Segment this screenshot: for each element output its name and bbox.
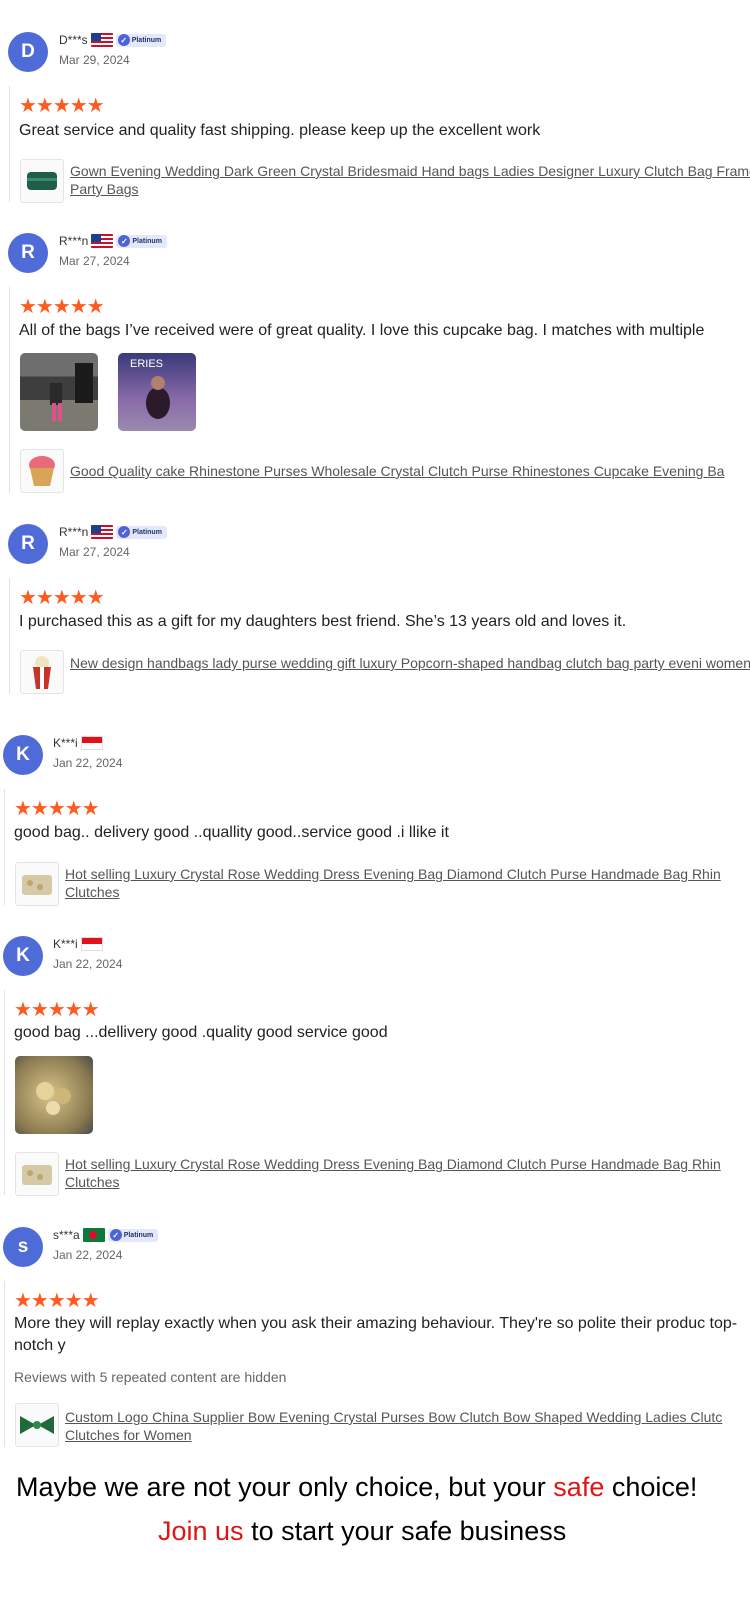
product-thumbnail[interactable] <box>20 159 64 203</box>
platinum-badge: ✓ Platinum <box>116 234 167 248</box>
crystal-rose-bag-icon <box>22 875 52 895</box>
product-link[interactable]: Hot selling Luxury Crystal Rose Wedding … <box>65 865 750 901</box>
indonesia-flag-icon <box>80 736 103 750</box>
review-body: ★★★★★ good bag ...dellivery good .qualit… <box>4 990 750 1196</box>
star-rating: ★★★★★ <box>14 999 100 1021</box>
star-rating: ★★★★★ <box>19 296 105 318</box>
platinum-badge: ✓ Platinum <box>115 33 167 47</box>
join-us-link[interactable]: Join us <box>158 1516 244 1546</box>
svg-text:ERIES: ERIES <box>130 358 163 370</box>
star-rating: ★★★★★ <box>14 798 100 820</box>
crystal-rose-bag-icon <box>22 1165 52 1185</box>
review-photo[interactable] <box>20 353 98 431</box>
reviewer-info: K***i <box>53 937 103 951</box>
product-link[interactable]: New design handbags lady purse wedding g… <box>70 654 750 672</box>
star-rating: ★★★★★ <box>19 95 105 117</box>
bow-clutch-icon <box>20 1416 54 1434</box>
platinum-badge: ✓ Platinum <box>107 1228 159 1242</box>
review-text: good bag.. delivery good ..quallity good… <box>14 824 449 841</box>
us-flag-icon <box>91 234 114 248</box>
review-date: Mar 27, 2024 <box>59 545 130 559</box>
reviewer-info: s***a ✓ Platinum <box>53 1228 159 1242</box>
product-link[interactable]: Gown Evening Wedding Dark Green Crystal … <box>70 162 750 198</box>
review-body: ★★★★★ Great service and quality fast shi… <box>9 86 750 203</box>
reviewer-name: R***n <box>59 234 89 248</box>
photo-image: ERIES <box>130 358 170 419</box>
us-flag-icon <box>90 33 113 47</box>
review-photo[interactable]: ERIES <box>118 353 196 431</box>
reviewer-info: D***s ✓ Platinum <box>59 33 167 47</box>
banner-accent: safe <box>553 1472 605 1502</box>
reviewer-info: R***n ✓ Platinum <box>59 525 167 539</box>
product-link[interactable]: Hot selling Luxury Crystal Rose Wedding … <box>65 1155 750 1191</box>
product-link[interactable]: Good Quality cake Rhinestone Purses Whol… <box>70 462 750 480</box>
reviewer-info: R***n ✓ Platinum <box>59 234 167 248</box>
photo-image <box>36 1082 71 1115</box>
product-thumbnail[interactable] <box>15 1403 59 1447</box>
review-date: Jan 22, 2024 <box>53 957 123 971</box>
review-date: Mar 29, 2024 <box>59 53 130 67</box>
avatar: K <box>3 936 43 976</box>
banner-text: choice! <box>604 1472 698 1502</box>
avatar: R <box>8 233 48 273</box>
reviewer-name: s***a <box>53 1228 80 1242</box>
product-thumbnail[interactable] <box>15 862 59 906</box>
review-body: ★★★★★ good bag.. delivery good ..quallit… <box>4 789 750 906</box>
verified-check-icon: ✓ <box>117 34 130 46</box>
banner-text: to start your safe business <box>243 1516 567 1546</box>
reviewer-name: K***i <box>53 736 78 750</box>
review-date: Mar 27, 2024 <box>59 254 130 268</box>
green-clutch-icon <box>27 172 57 190</box>
review-text: I purchased this as a gift for my daught… <box>19 613 627 630</box>
review-text: More they will replay exactly when you a… <box>14 1315 738 1354</box>
review-body: ★★★★★ All of the bags I’ve received were… <box>9 287 750 493</box>
us-flag-icon <box>91 525 114 539</box>
star-rating: ★★★★★ <box>19 587 105 609</box>
reviewer-info: K***i <box>53 736 103 750</box>
banner-text: Maybe we are not your only choice, but y… <box>16 1472 554 1502</box>
cupcake-bag-icon <box>29 456 55 486</box>
avatar: K <box>3 735 43 775</box>
review-date: Jan 22, 2024 <box>53 756 123 770</box>
photo-image <box>50 363 93 421</box>
reviewer-name: D***s <box>59 33 88 47</box>
product-thumbnail[interactable] <box>15 1152 59 1196</box>
star-rating: ★★★★★ <box>14 1290 100 1312</box>
popcorn-bag-icon <box>33 656 51 689</box>
avatar: R <box>8 524 48 564</box>
reviewer-name: R***n <box>59 525 89 539</box>
bangladesh-flag-icon <box>82 1228 105 1242</box>
avatar: D <box>8 32 48 72</box>
banner-cta: Join us to start your safe business <box>158 1516 566 1547</box>
hidden-reviews-note: Reviews with 5 repeated content are hidd… <box>14 1369 287 1385</box>
review-body: ★★★★★ I purchased this as a gift for my … <box>9 578 750 694</box>
review-photo[interactable] <box>15 1056 93 1134</box>
verified-check-icon: ✓ <box>109 1229 122 1241</box>
review-date: Jan 22, 2024 <box>53 1248 123 1262</box>
verified-check-icon: ✓ <box>118 526 131 538</box>
avatar: s <box>3 1227 43 1267</box>
review-text: All of the bags I’ve received were of gr… <box>19 322 705 339</box>
product-thumbnail[interactable] <box>20 449 64 493</box>
platinum-badge: ✓ Platinum <box>116 525 167 539</box>
review-text: good bag ...dellivery good .quality good… <box>14 1024 388 1041</box>
product-thumbnail[interactable] <box>20 650 64 694</box>
indonesia-flag-icon <box>80 937 103 951</box>
banner-tagline: Maybe we are not your only choice, but y… <box>16 1472 697 1503</box>
reviewer-name: K***i <box>53 937 78 951</box>
review-body: ★★★★★ More they will replay exactly when… <box>4 1281 750 1447</box>
verified-check-icon: ✓ <box>118 235 131 247</box>
product-link[interactable]: Custom Logo China Supplier Bow Evening C… <box>65 1408 750 1444</box>
review-text: Great service and quality fast shipping.… <box>19 122 541 139</box>
